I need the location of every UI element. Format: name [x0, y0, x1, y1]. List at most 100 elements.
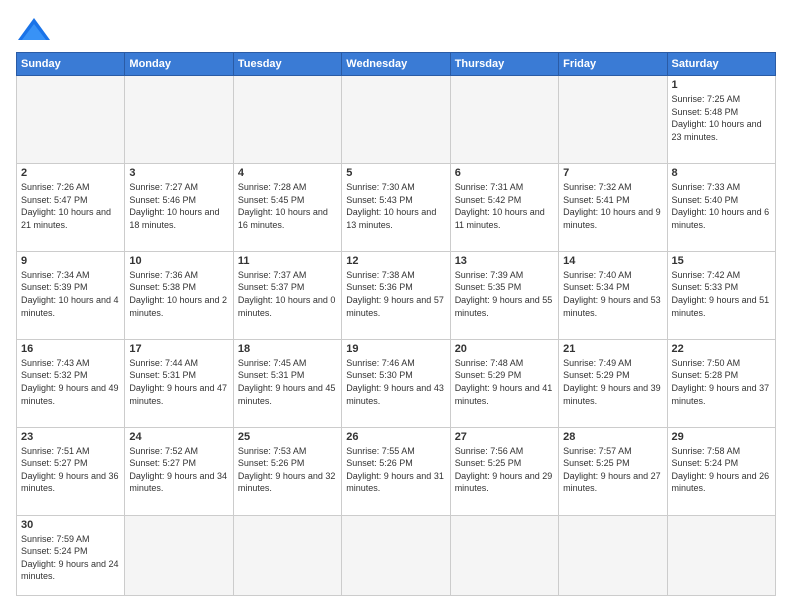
calendar-cell: 18Sunrise: 7:45 AMSunset: 5:31 PMDayligh…	[233, 339, 341, 427]
header-monday: Monday	[125, 53, 233, 76]
day-number: 9	[21, 255, 120, 267]
calendar-cell	[450, 76, 558, 164]
day-info: Sunrise: 7:58 AMSunset: 5:24 PMDaylight:…	[672, 445, 771, 495]
day-number: 8	[672, 167, 771, 179]
day-info: Sunrise: 7:30 AMSunset: 5:43 PMDaylight:…	[346, 181, 445, 231]
day-number: 14	[563, 255, 662, 267]
calendar-cell	[125, 515, 233, 595]
day-info: Sunrise: 7:49 AMSunset: 5:29 PMDaylight:…	[563, 357, 662, 407]
day-info: Sunrise: 7:26 AMSunset: 5:47 PMDaylight:…	[21, 181, 120, 231]
calendar-cell: 24 Sunrise: 7:52 AMSunset: 5:27 PMDayligh…	[125, 427, 233, 515]
day-info: Sunrise: 7:34 AMSunset: 5:39 PMDaylight:…	[21, 269, 120, 319]
day-number: 3	[129, 167, 228, 179]
calendar-cell	[233, 515, 341, 595]
calendar-cell: 16Sunrise: 7:43 AMSunset: 5:32 PMDayligh…	[17, 339, 125, 427]
day-info: Sunrise: 7:31 AMSunset: 5:42 PMDaylight:…	[455, 181, 554, 231]
day-info: Sunrise: 7:48 AMSunset: 5:29 PMDaylight:…	[455, 357, 554, 407]
day-info: Sunrise: 7:50 AMSunset: 5:28 PMDaylight:…	[672, 357, 771, 407]
day-number: 4	[238, 167, 337, 179]
day-info: Sunrise: 7:32 AMSunset: 5:41 PMDaylight:…	[563, 181, 662, 231]
calendar-cell	[342, 515, 450, 595]
calendar-cell: 19 Sunrise: 7:46 AMSunset: 5:30 PMDayligh…	[342, 339, 450, 427]
calendar-cell: 8 Sunrise: 7:33 AMSunset: 5:40 PMDaylight…	[667, 163, 775, 251]
calendar-cell: 7 Sunrise: 7:32 AMSunset: 5:41 PMDaylight…	[559, 163, 667, 251]
calendar-cell	[450, 515, 558, 595]
calendar-cell: 22 Sunrise: 7:50 AMSunset: 5:28 PMDayligh…	[667, 339, 775, 427]
calendar-row: 2 Sunrise: 7:26 AMSunset: 5:47 PMDaylight…	[17, 163, 776, 251]
day-info: Sunrise: 7:46 AMSunset: 5:30 PMDaylight:…	[346, 357, 445, 407]
day-info: Sunrise: 7:52 AMSunset: 5:27 PMDaylight:…	[129, 445, 228, 495]
day-number: 19	[346, 343, 445, 355]
day-info: Sunrise: 7:56 AMSunset: 5:25 PMDaylight:…	[455, 445, 554, 495]
calendar-cell: 17 Sunrise: 7:44 AMSunset: 5:31 PMDayligh…	[125, 339, 233, 427]
header-thursday: Thursday	[450, 53, 558, 76]
day-info: Sunrise: 7:55 AMSunset: 5:26 PMDaylight:…	[346, 445, 445, 495]
day-number: 1	[672, 79, 771, 91]
day-number: 2	[21, 167, 120, 179]
calendar-row: 23Sunrise: 7:51 AMSunset: 5:27 PMDayligh…	[17, 427, 776, 515]
calendar-cell: 20 Sunrise: 7:48 AMSunset: 5:29 PMDayligh…	[450, 339, 558, 427]
calendar-cell: 6Sunrise: 7:31 AMSunset: 5:42 PMDaylight…	[450, 163, 558, 251]
calendar-cell	[17, 76, 125, 164]
day-number: 27	[455, 431, 554, 443]
calendar-cell: 14 Sunrise: 7:40 AMSunset: 5:34 PMDayligh…	[559, 251, 667, 339]
calendar-cell: 15Sunrise: 7:42 AMSunset: 5:33 PMDayligh…	[667, 251, 775, 339]
day-info: Sunrise: 7:38 AMSunset: 5:36 PMDaylight:…	[346, 269, 445, 319]
day-number: 21	[563, 343, 662, 355]
day-number: 15	[672, 255, 771, 267]
day-number: 7	[563, 167, 662, 179]
day-number: 16	[21, 343, 120, 355]
calendar-cell: 25Sunrise: 7:53 AMSunset: 5:26 PMDayligh…	[233, 427, 341, 515]
day-info: Sunrise: 7:40 AMSunset: 5:34 PMDaylight:…	[563, 269, 662, 319]
calendar-cell: 9 Sunrise: 7:34 AMSunset: 5:39 PMDaylight…	[17, 251, 125, 339]
calendar-cell: 5 Sunrise: 7:30 AMSunset: 5:43 PMDaylight…	[342, 163, 450, 251]
day-number: 20	[455, 343, 554, 355]
header-sunday: Sunday	[17, 53, 125, 76]
day-number: 28	[563, 431, 662, 443]
calendar-cell: 26 Sunrise: 7:55 AMSunset: 5:26 PMDayligh…	[342, 427, 450, 515]
day-info: Sunrise: 7:51 AMSunset: 5:27 PMDaylight:…	[21, 445, 120, 495]
day-info: Sunrise: 7:27 AMSunset: 5:46 PMDaylight:…	[129, 181, 228, 231]
calendar-cell: 1 Sunrise: 7:25 AMSunset: 5:48 PMDaylight…	[667, 76, 775, 164]
calendar-row: 16Sunrise: 7:43 AMSunset: 5:32 PMDayligh…	[17, 339, 776, 427]
page: Sunday Monday Tuesday Wednesday Thursday…	[0, 0, 792, 612]
day-info: Sunrise: 7:44 AMSunset: 5:31 PMDaylight:…	[129, 357, 228, 407]
day-number: 5	[346, 167, 445, 179]
day-info: Sunrise: 7:28 AMSunset: 5:45 PMDaylight:…	[238, 181, 337, 231]
day-number: 11	[238, 255, 337, 267]
calendar-cell	[125, 76, 233, 164]
calendar-cell: 11 Sunrise: 7:37 AMSunset: 5:37 PMDayligh…	[233, 251, 341, 339]
day-info: Sunrise: 7:57 AMSunset: 5:25 PMDaylight:…	[563, 445, 662, 495]
calendar-cell: 29 Sunrise: 7:58 AMSunset: 5:24 PMDayligh…	[667, 427, 775, 515]
logo	[16, 16, 56, 44]
calendar-cell: 10 Sunrise: 7:36 AMSunset: 5:38 PMDayligh…	[125, 251, 233, 339]
day-info: Sunrise: 7:33 AMSunset: 5:40 PMDaylight:…	[672, 181, 771, 231]
weekday-header-row: Sunday Monday Tuesday Wednesday Thursday…	[17, 53, 776, 76]
day-number: 10	[129, 255, 228, 267]
header-friday: Friday	[559, 53, 667, 76]
calendar-cell: 28 Sunrise: 7:57 AMSunset: 5:25 PMDayligh…	[559, 427, 667, 515]
day-info: Sunrise: 7:36 AMSunset: 5:38 PMDaylight:…	[129, 269, 228, 319]
day-number: 17	[129, 343, 228, 355]
calendar-cell: 21 Sunrise: 7:49 AMSunset: 5:29 PMDayligh…	[559, 339, 667, 427]
calendar-cell: 12Sunrise: 7:38 AMSunset: 5:36 PMDayligh…	[342, 251, 450, 339]
calendar-cell: 4 Sunrise: 7:28 AMSunset: 5:45 PMDaylight…	[233, 163, 341, 251]
header-tuesday: Tuesday	[233, 53, 341, 76]
day-number: 24	[129, 431, 228, 443]
day-number: 22	[672, 343, 771, 355]
day-info: Sunrise: 7:53 AMSunset: 5:26 PMDaylight:…	[238, 445, 337, 495]
day-info: Sunrise: 7:25 AMSunset: 5:48 PMDaylight:…	[672, 93, 771, 143]
day-info: Sunrise: 7:59 AMSunset: 5:24 PMDaylight:…	[21, 533, 120, 583]
logo-icon	[16, 16, 52, 44]
header-wednesday: Wednesday	[342, 53, 450, 76]
calendar-row: 9 Sunrise: 7:34 AMSunset: 5:39 PMDaylight…	[17, 251, 776, 339]
calendar-row: 1 Sunrise: 7:25 AMSunset: 5:48 PMDaylight…	[17, 76, 776, 164]
day-number: 26	[346, 431, 445, 443]
calendar-cell: 23Sunrise: 7:51 AMSunset: 5:27 PMDayligh…	[17, 427, 125, 515]
day-info: Sunrise: 7:39 AMSunset: 5:35 PMDaylight:…	[455, 269, 554, 319]
day-number: 29	[672, 431, 771, 443]
header-saturday: Saturday	[667, 53, 775, 76]
calendar-cell: 2 Sunrise: 7:26 AMSunset: 5:47 PMDaylight…	[17, 163, 125, 251]
day-info: Sunrise: 7:37 AMSunset: 5:37 PMDaylight:…	[238, 269, 337, 319]
calendar-cell: 3 Sunrise: 7:27 AMSunset: 5:46 PMDaylight…	[125, 163, 233, 251]
